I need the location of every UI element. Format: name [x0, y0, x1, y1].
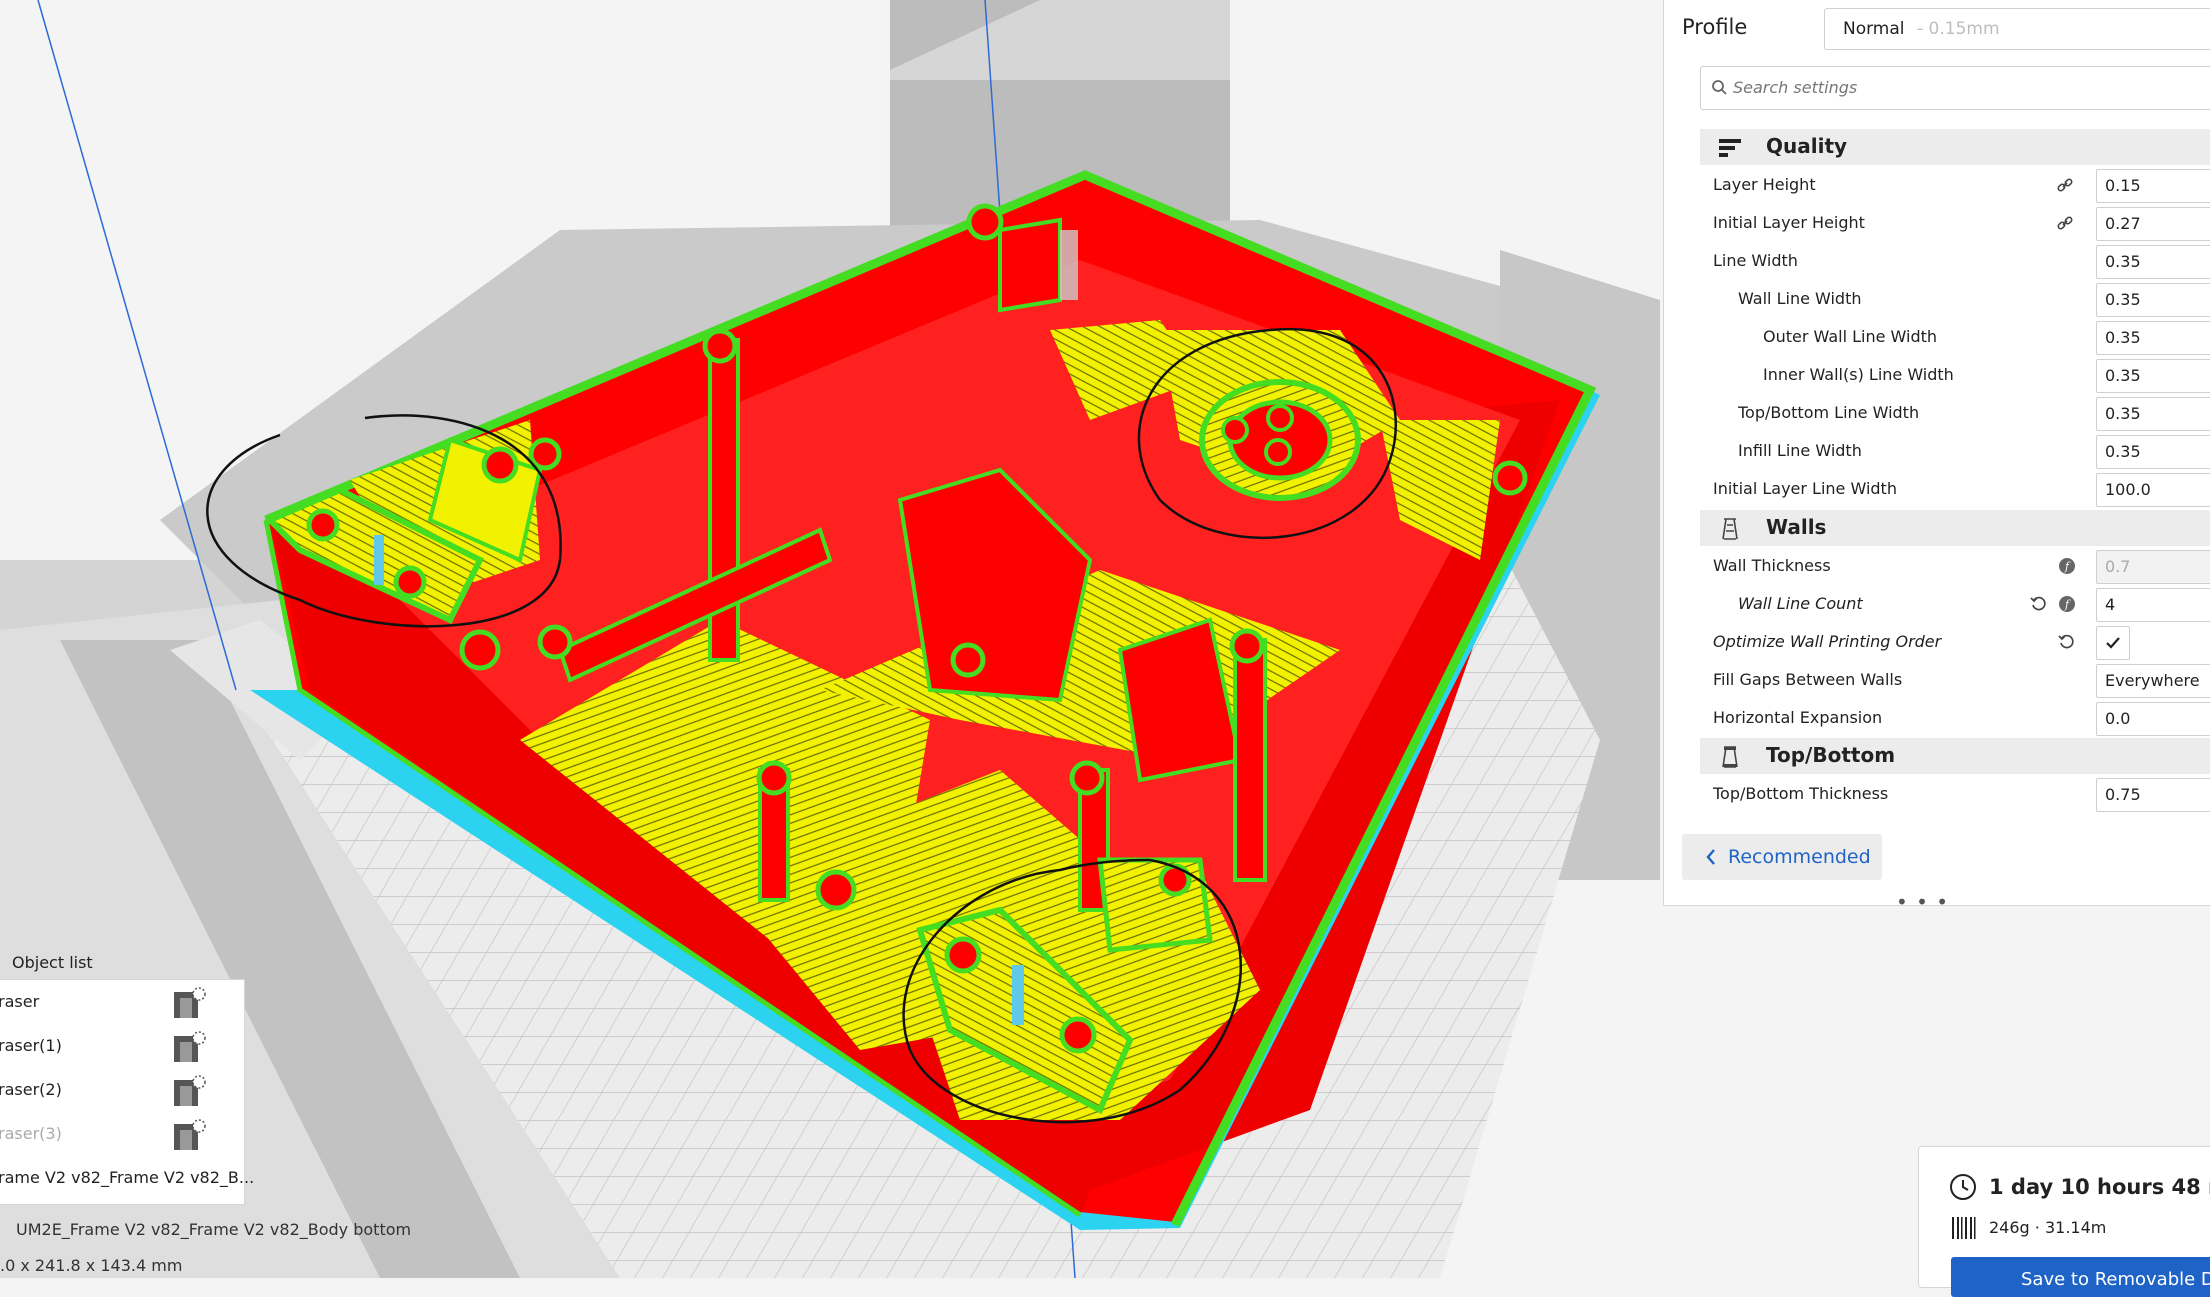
list-item[interactable]: raser(1): [0, 1024, 244, 1068]
inner-wall-line-width-input[interactable]: 0.35: [2096, 359, 2210, 393]
list-item[interactable]: raser(2): [0, 1068, 244, 1112]
wall-line-count-input[interactable]: 4: [2096, 588, 2210, 622]
recommended-label: Recommended: [1728, 846, 1871, 868]
profile-layer-height: - 0.15mm: [1917, 19, 2000, 39]
link-icon[interactable]: [2056, 214, 2074, 232]
setting-initial-layer-line-width: Initial Layer Line Width 100.0: [1664, 470, 2210, 508]
topbottom-line-width-input[interactable]: 0.35: [2096, 397, 2210, 431]
setting-label: Wall Thickness: [1713, 556, 1831, 575]
eraser-mesh-icon: [174, 1119, 206, 1150]
eraser-mesh-icon: [174, 1031, 206, 1062]
search-settings-input[interactable]: Search settings: [1700, 66, 2210, 110]
infill-line-width-input[interactable]: 0.35: [2096, 435, 2210, 469]
reset-icon[interactable]: [2030, 595, 2048, 613]
initial-layer-height-input[interactable]: 0.27: [2096, 207, 2210, 241]
setting-label: Outer Wall Line Width: [1763, 327, 1938, 346]
wall-line-width-input[interactable]: 0.35: [2096, 283, 2210, 317]
print-settings-panel: Profile Normal - 0.15mm Search settings …: [1663, 0, 2210, 914]
setting-outer-wall-line-width: Outer Wall Line Width 0.35: [1664, 318, 2210, 356]
model-dimensions: .0 x 241.8 x 143.4 mm: [0, 1256, 183, 1275]
print-time: 1 day 10 hours 48 minu: [1989, 1175, 2210, 1199]
setting-wall-thickness: Wall Thickness f 0.7: [1664, 547, 2210, 585]
category-topbottom-title: Top/Bottom: [1766, 743, 1896, 767]
setting-label: Line Width: [1713, 251, 1798, 270]
setting-initial-layer-height: Initial Layer Height 0.27: [1664, 204, 2210, 242]
category-topbottom[interactable]: Top/Bottom: [1700, 738, 2210, 774]
material-usage: 246g · 31.14m: [1989, 1218, 2107, 1237]
setting-topbottom-thickness: Top/Bottom Thickness 0.75: [1664, 775, 2210, 813]
list-item[interactable]: rame V2 v82_Frame V2 v82_B...: [0, 1156, 254, 1200]
category-walls[interactable]: Walls: [1700, 510, 2210, 546]
layer-height-input[interactable]: 0.15: [2096, 169, 2210, 203]
horizontal-expansion-input[interactable]: 0.0: [2096, 702, 2210, 736]
setting-label: Initial Layer Height: [1713, 213, 1865, 232]
checkmark-icon: [2106, 637, 2120, 649]
function-icon[interactable]: f: [2058, 595, 2076, 613]
search-placeholder: Search settings: [1733, 78, 1858, 97]
setting-label: Initial Layer Line Width: [1713, 479, 1897, 498]
setting-topbottom-line-width: Top/Bottom Line Width 0.35: [1664, 394, 2210, 432]
setting-fill-gaps: Fill Gaps Between Walls Everywhere: [1664, 661, 2210, 699]
resize-handle[interactable]: • • •: [1896, 890, 1949, 914]
wall-thickness-input[interactable]: 0.7: [2096, 550, 2210, 584]
setting-infill-line-width: Infill Line Width 0.35: [1664, 432, 2210, 470]
topbottom-thickness-input[interactable]: 0.75: [2096, 778, 2210, 812]
print-estimate-panel: 1 day 10 hours 48 minu 246g · 31.14m Sav…: [1918, 1146, 2210, 1297]
setting-label: Layer Height: [1713, 175, 1816, 194]
outer-wall-line-width-input[interactable]: 0.35: [2096, 321, 2210, 355]
setting-label: Inner Wall(s) Line Width: [1763, 365, 1954, 384]
clock-icon: [1950, 1174, 1976, 1200]
list-item[interactable]: raser: [0, 980, 244, 1024]
recommended-button[interactable]: Recommended: [1682, 834, 1882, 880]
topbottom-icon: [1722, 746, 1738, 768]
eraser-mesh-icon: [174, 987, 206, 1018]
model-name: UM2E_Frame V2 v82_Frame V2 v82_Body bott…: [16, 1220, 412, 1239]
setting-layer-height: Layer Height 0.15: [1664, 166, 2210, 204]
spool-icon: [1952, 1217, 1976, 1239]
chevron-left-icon: [1706, 849, 1715, 865]
save-to-removable-button[interactable]: Save to Removable D: [1951, 1257, 2210, 1297]
fill-gaps-dropdown[interactable]: Everywhere: [2096, 664, 2210, 698]
link-icon[interactable]: [2056, 176, 2074, 194]
search-icon: [1712, 80, 1727, 95]
category-walls-title: Walls: [1766, 515, 1827, 539]
list-item[interactable]: raser(3): [0, 1112, 244, 1156]
category-quality-title: Quality: [1766, 134, 1848, 158]
object-list-title[interactable]: Object list: [12, 953, 93, 972]
setting-label: Wall Line Width: [1738, 289, 1862, 308]
setting-inner-wall-line-width: Inner Wall(s) Line Width 0.35: [1664, 356, 2210, 394]
setting-label: Top/Bottom Line Width: [1738, 403, 1920, 422]
setting-label: Wall Line Count: [1738, 594, 1863, 613]
eraser-mesh-icon: [174, 1075, 206, 1106]
setting-wall-line-count: Wall Line Count f 4: [1664, 585, 2210, 623]
setting-horizontal-expansion: Horizontal Expansion 0.0: [1664, 699, 2210, 737]
setting-label: Infill Line Width: [1738, 441, 1862, 460]
category-quality[interactable]: Quality: [1700, 129, 2210, 165]
setting-optimize-wall-order: Optimize Wall Printing Order: [1664, 623, 2210, 661]
profile-name: Normal: [1843, 19, 1905, 39]
line-width-input[interactable]: 0.35: [2096, 245, 2210, 279]
setting-label: Fill Gaps Between Walls: [1713, 670, 1903, 689]
setting-label: Top/Bottom Thickness: [1713, 784, 1889, 803]
reset-icon[interactable]: [2058, 633, 2076, 651]
walls-icon: [1722, 518, 1738, 540]
quality-icon: [1719, 139, 1741, 157]
profile-selector[interactable]: Normal - 0.15mm: [1824, 8, 2210, 50]
object-list: raser raser(1) raser(2) raser(3) rame V2…: [0, 979, 254, 1205]
setting-label: Optimize Wall Printing Order: [1713, 632, 1942, 651]
profile-label: Profile: [1682, 15, 1748, 39]
setting-label: Horizontal Expansion: [1713, 708, 1883, 727]
initial-layer-line-width-input[interactable]: 100.0: [2096, 473, 2210, 507]
setting-wall-line-width: Wall Line Width 0.35: [1664, 280, 2210, 318]
optimize-wall-order-checkbox[interactable]: [2096, 626, 2130, 660]
setting-line-width: Line Width 0.35: [1664, 242, 2210, 280]
function-icon[interactable]: f: [2058, 557, 2076, 575]
